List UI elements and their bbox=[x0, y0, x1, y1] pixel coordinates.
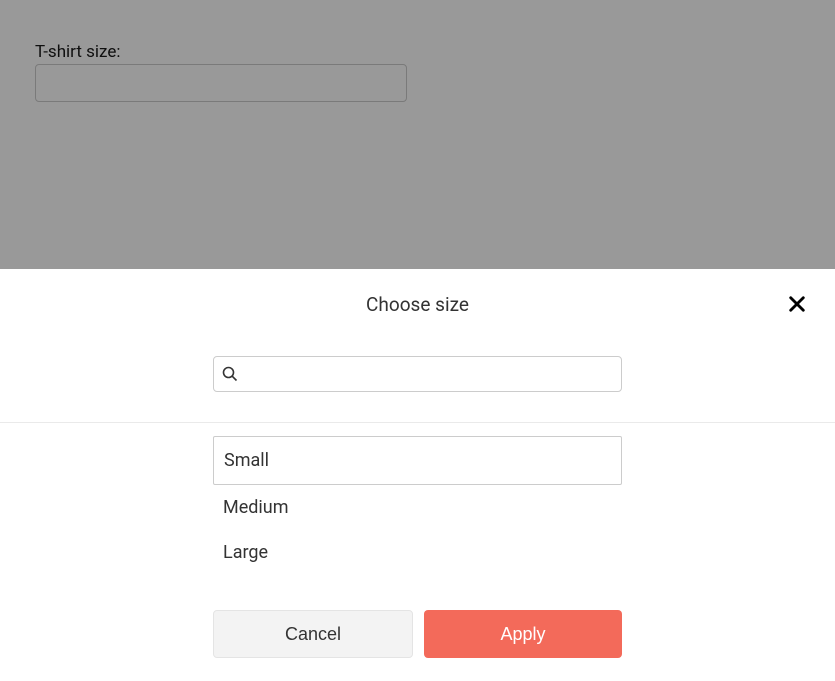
divider bbox=[0, 422, 835, 423]
close-button[interactable] bbox=[784, 291, 810, 317]
option-large[interactable]: Large bbox=[213, 530, 622, 575]
search-input[interactable] bbox=[244, 365, 613, 383]
close-icon bbox=[789, 296, 805, 312]
button-row: Cancel Apply bbox=[213, 610, 622, 658]
search-icon bbox=[222, 366, 238, 382]
options-list: Small Medium Large bbox=[213, 436, 622, 575]
sheet-title: Choose size bbox=[0, 293, 835, 316]
choose-size-sheet: Choose size Small Medium Large Cancel Ap… bbox=[0, 269, 835, 681]
search-field[interactable] bbox=[213, 356, 622, 392]
cancel-button[interactable]: Cancel bbox=[213, 610, 413, 658]
option-small[interactable]: Small bbox=[213, 436, 622, 485]
modal-overlay[interactable] bbox=[0, 0, 835, 269]
apply-button[interactable]: Apply bbox=[424, 610, 622, 658]
option-medium[interactable]: Medium bbox=[213, 485, 622, 530]
